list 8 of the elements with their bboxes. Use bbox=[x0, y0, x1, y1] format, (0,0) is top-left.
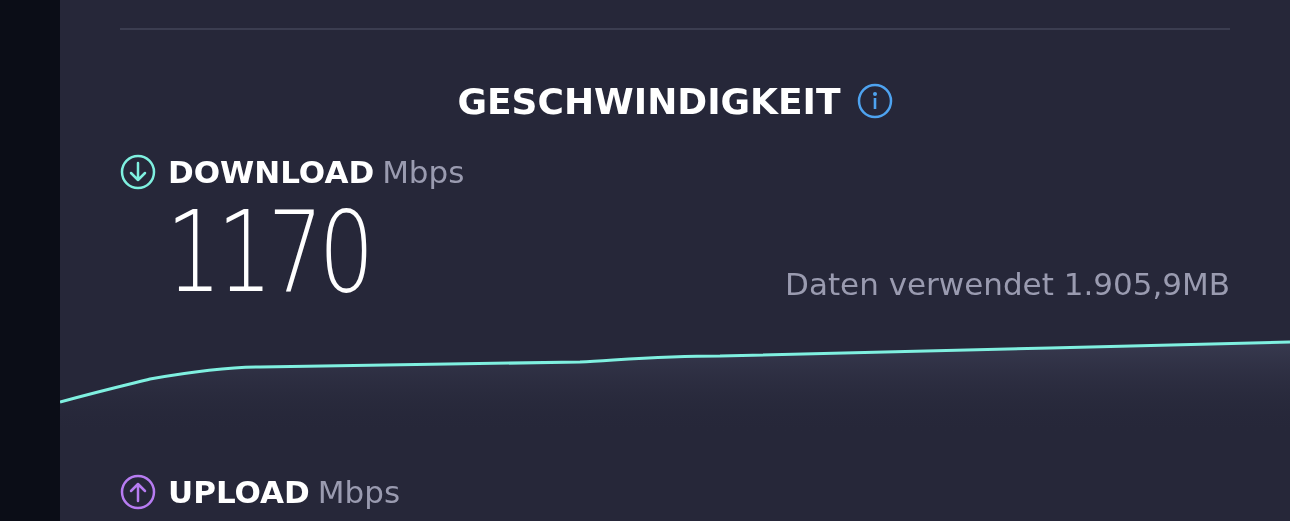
info-icon[interactable] bbox=[856, 83, 893, 119]
download-speed-value: 1170 bbox=[166, 196, 370, 308]
download-label: DOWNLOAD bbox=[168, 154, 375, 190]
section-title: GESCHWINDIGKEIT bbox=[457, 80, 841, 122]
upload-label: UPLOAD bbox=[168, 474, 310, 510]
unit-label: Mbps bbox=[317, 474, 401, 510]
unit-label: Mbps bbox=[382, 154, 465, 190]
data-used-text: Daten verwendet 1.905,9MB bbox=[785, 266, 1230, 302]
